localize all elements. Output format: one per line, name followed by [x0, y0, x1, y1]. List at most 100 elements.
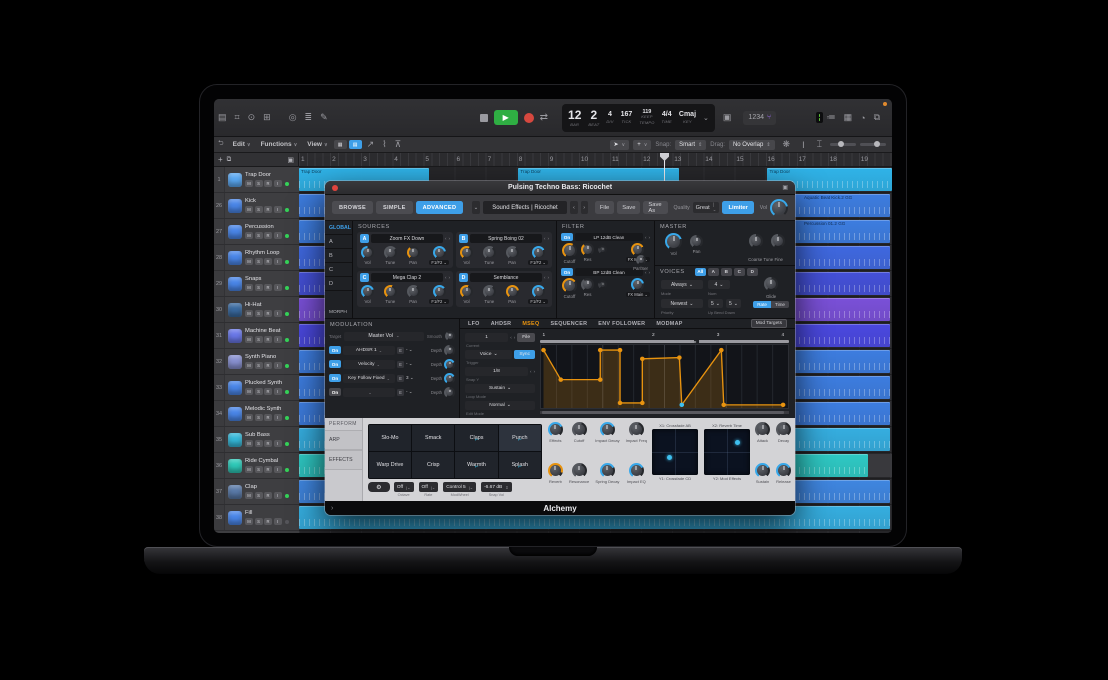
glide-rate-time-toggle[interactable]: RateTime [753, 301, 789, 308]
track-header-row[interactable]: 37ClapMSRI [214, 479, 299, 505]
source-pan-knob[interactable] [407, 285, 420, 298]
track-s-button[interactable]: S [255, 362, 263, 369]
filter1-res-knob[interactable] [581, 243, 594, 256]
track-i-button[interactable]: I [274, 180, 282, 187]
track-m-button[interactable]: M [245, 388, 253, 395]
source-filter-send-knob[interactable] [433, 246, 446, 259]
perform-dropdown-octave[interactable]: Off|⌄ [394, 482, 414, 492]
horizontal-zoom-slider[interactable] [860, 143, 886, 146]
track-s-button[interactable]: S [255, 336, 263, 343]
track-i-button[interactable]: I [274, 284, 282, 291]
ruler-bar-number[interactable]: 18 [830, 156, 837, 163]
mod-source-dropdown[interactable]: Key Follow Fixed⌄ [343, 374, 395, 383]
voices-mode-dropdown[interactable]: Always ⌄ [661, 280, 703, 289]
filter2-output-dropdown[interactable]: FX Main ⌄ [626, 292, 650, 297]
track-header-options-button[interactable]: ▣ [287, 156, 294, 164]
track-i-button[interactable]: I [274, 310, 282, 317]
ruler-bar-number[interactable]: 8 [519, 156, 523, 163]
snap-dropdown[interactable]: Smart⇕ [675, 140, 706, 150]
track-s-button[interactable]: S [255, 284, 263, 291]
ruler-bar-number[interactable]: 6 [457, 156, 461, 163]
rail-item-a[interactable]: A [325, 235, 352, 249]
source-routing-dropdown[interactable]: F1/F2 ⌄ [528, 260, 548, 265]
rail-item-c[interactable]: C [325, 263, 352, 277]
track-m-button[interactable]: M [245, 362, 253, 369]
track-s-button[interactable]: S [255, 440, 263, 447]
track-m-button[interactable]: M [245, 206, 253, 213]
filter2-res-knob[interactable] [581, 278, 594, 291]
rail-item-b[interactable]: B [325, 249, 352, 263]
track-r-button[interactable]: R [264, 518, 272, 525]
master-vol-knob[interactable] [665, 233, 682, 250]
fx-spring-decay-knob[interactable] [600, 463, 615, 478]
play-button[interactable]: ▶ [494, 110, 518, 125]
quality-dropdown[interactable]: Great|⌄ [693, 202, 720, 213]
piano-roll-button[interactable]: ▤ [349, 140, 362, 149]
mseq-scrollbar[interactable] [540, 411, 789, 414]
pad-crisp[interactable]: Crisp [412, 452, 454, 478]
lcd-chevron-icon[interactable]: ⌄ [703, 114, 709, 122]
env-decay-knob[interactable] [776, 422, 791, 437]
track-header-row[interactable]: 38FillMSRI [214, 505, 299, 531]
track-m-button[interactable]: M [245, 440, 253, 447]
track-header-row[interactable]: 33Plucked SynthMSRI [214, 375, 299, 401]
mod-num-dropdown[interactable]: 3 ⌄ [406, 375, 414, 381]
voices-num-dropdown[interactable]: 4 ⌄ [708, 280, 730, 289]
mseq-graph[interactable]: 1234 [540, 333, 789, 414]
perform-dropdown-snap-vol[interactable]: -6.67 dB⇕ [481, 482, 512, 492]
xy-pad-dot[interactable] [667, 455, 672, 460]
track-m-button[interactable]: M [245, 466, 253, 473]
toolbar-icon-pencil[interactable]: ✎ [320, 112, 328, 123]
mod-depth-knob[interactable] [444, 359, 455, 370]
mseq-file-button[interactable]: File [517, 333, 535, 342]
track-r-button[interactable]: R [264, 336, 272, 343]
ruler-bar-number[interactable]: 5 [425, 156, 429, 163]
pad-warmth[interactable]: Warmth⌐ [455, 452, 497, 478]
track-s-button[interactable]: S [255, 414, 263, 421]
timeline-ruler[interactable]: + ⧉ ▣ 12345678910111213141516171819 [214, 153, 892, 167]
ruler-bar-number[interactable]: 13 [674, 156, 681, 163]
cycle-button[interactable]: ⇄ [540, 112, 548, 123]
ruler-bar-number[interactable]: 2 [332, 156, 336, 163]
track-r-button[interactable]: R [264, 310, 272, 317]
source-filter-send-knob[interactable] [433, 285, 446, 298]
xy-pad-dot[interactable] [735, 440, 740, 445]
track-s-button[interactable]: S [255, 388, 263, 395]
toolbar-icon-faders[interactable]: ≣ [305, 112, 313, 123]
ruler-bar-number[interactable]: 15 [736, 156, 743, 163]
lcd-display[interactable]: 12BAR 2BEAT 4DIV 167TICK 119KEEPTEMPO 4/… [562, 104, 715, 132]
prev-preset-button[interactable]: ‹ [570, 201, 577, 214]
coarse-tune-knob[interactable] [749, 234, 763, 248]
source-prev-icon[interactable]: ‹ [445, 236, 447, 241]
automation-icon[interactable]: ↗ [367, 139, 375, 150]
filter1-on-button[interactable]: On [561, 233, 573, 241]
voices-button-d[interactable]: D [747, 268, 758, 276]
track-m-button[interactable]: M [245, 258, 253, 265]
ruler-bar-number[interactable]: 10 [581, 156, 588, 163]
menu-functions[interactable]: Functions∨ [261, 141, 298, 148]
track-i-button[interactable]: I [274, 414, 282, 421]
command-tool-dropdown[interactable]: +∨ [633, 140, 651, 150]
limiter-button[interactable]: Limiter [722, 201, 753, 214]
mod-tab-lfo[interactable]: LFO [468, 321, 480, 327]
track-i-button[interactable]: I [274, 440, 282, 447]
mod-tab-modmap[interactable]: MODMAP [656, 321, 682, 327]
ruler-bar-number[interactable]: 12 [643, 156, 650, 163]
source-pan-knob[interactable] [506, 246, 519, 259]
list-editors-icon[interactable]: ≔ [827, 112, 836, 123]
track-r-button[interactable]: R [264, 180, 272, 187]
notes-icon[interactable]: ▦ [844, 112, 853, 123]
pad-slo-mo[interactable]: Slo-Mo [369, 425, 411, 451]
mseq-current-prev-icon[interactable]: ‹ [510, 335, 512, 340]
track-s-button[interactable]: S [255, 492, 263, 499]
back-icon[interactable]: ⮌ [218, 139, 224, 150]
voices-button-b[interactable]: B [721, 268, 732, 276]
filter1-prev-icon[interactable]: ‹ [645, 235, 647, 240]
source-filter-send-knob[interactable] [532, 285, 545, 298]
ruler-bar-number[interactable]: 1 [301, 156, 305, 163]
track-m-button[interactable]: M [245, 518, 253, 525]
tab-advanced[interactable]: ADVANCED [416, 201, 464, 214]
menu-edit[interactable]: Edit∨ [233, 141, 251, 148]
ruler-bar-number[interactable]: 7 [488, 156, 492, 163]
track-i-button[interactable]: I [274, 466, 282, 473]
